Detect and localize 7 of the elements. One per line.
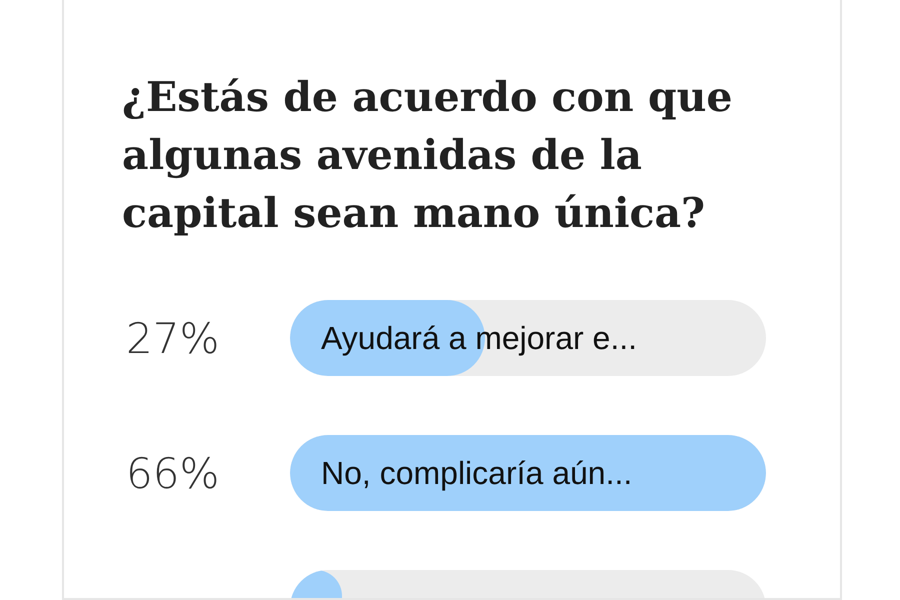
poll-question: ¿Estás de acuerdo con que algunas avenidas de la capital sean mano única? — [122, 72, 734, 239]
vote-percent: 66% — [125, 448, 220, 500]
vote-percent: 27% — [125, 312, 220, 364]
option-label: No, complicaría aún... — [321, 454, 632, 493]
option-label: Ayudará a mejorar e... — [321, 319, 638, 358]
poll-option[interactable]: Ayudará a mejorar e... — [290, 300, 766, 376]
poll-option[interactable]: No, complicaría aún... — [290, 435, 766, 511]
